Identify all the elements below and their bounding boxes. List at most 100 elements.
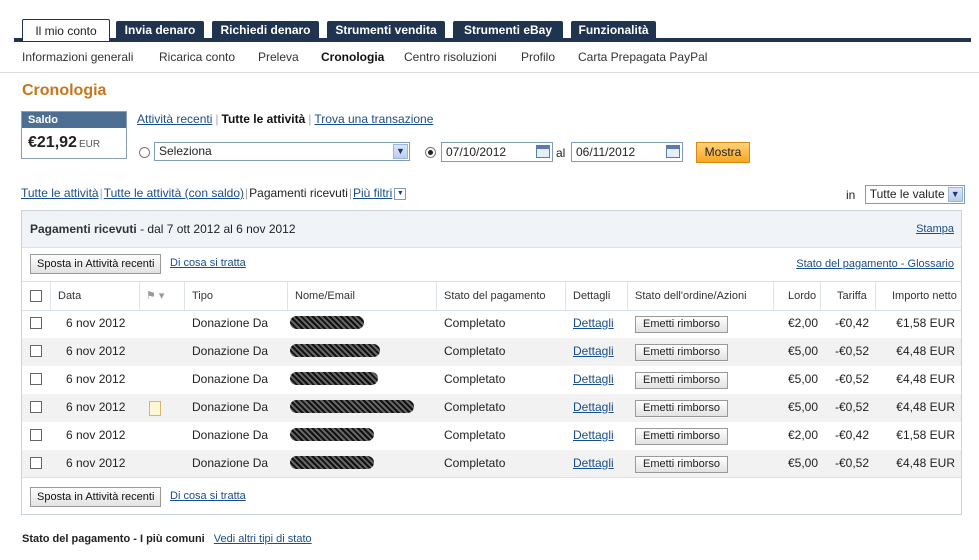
col-tipo[interactable]: Tipo	[192, 290, 213, 302]
row-status: Completato	[444, 456, 506, 470]
redacted-name	[290, 372, 378, 385]
refund-button[interactable]: Emetti rimborso	[635, 456, 729, 473]
row-details-link[interactable]: Dettagli	[573, 428, 614, 442]
date-to-label: al	[556, 146, 566, 160]
date-to-field[interactable]: 06/11/2012	[571, 142, 683, 162]
col-stato-pagamento[interactable]: Stato del pagamento	[444, 290, 546, 302]
row-details-link[interactable]: Dettagli	[573, 372, 614, 386]
row-gross: €2,00	[787, 428, 818, 442]
chevron-down-icon: ▼	[947, 187, 963, 202]
status-common-section: Stato del pagamento - I più comuni Vedi …	[22, 533, 312, 545]
radio-date-range[interactable]	[425, 147, 436, 158]
refund-button[interactable]: Emetti rimborso	[635, 428, 729, 445]
redacted-name	[290, 344, 380, 357]
row-date: 6 nov 2012	[66, 428, 126, 442]
tab-strumenti-ebay[interactable]: Strumenti eBay	[453, 21, 563, 39]
col-lordo[interactable]: Lordo	[788, 290, 816, 302]
tab-richiedi-denaro[interactable]: Richiedi denaro	[212, 21, 319, 39]
row-status: Completato	[444, 316, 506, 330]
print-link[interactable]: Stampa	[916, 223, 954, 235]
select-all-checkbox[interactable]	[30, 290, 42, 302]
col-importo-netto[interactable]: Importo netto	[892, 290, 957, 302]
currency-filter: in Tutte le valute ▼	[846, 185, 965, 205]
row-date: 6 nov 2012	[66, 372, 126, 386]
row-details-link[interactable]: Dettagli	[573, 344, 614, 358]
col-stato-ordine[interactable]: Stato dell'ordine/Azioni	[635, 290, 747, 302]
row-status: Completato	[444, 344, 506, 358]
redacted-name	[290, 316, 364, 329]
row-status: Completato	[444, 400, 506, 414]
redacted-name	[290, 456, 374, 469]
flag-icon[interactable]: ⚑ ▾	[146, 289, 164, 302]
subnav-ricarica-conto[interactable]: Ricarica conto	[159, 50, 235, 64]
note-icon[interactable]	[149, 401, 161, 416]
row-fee: -€0,52	[834, 456, 869, 470]
status-more-link[interactable]: Vedi altri tipi di stato	[214, 533, 312, 545]
tab-il-mio-conto[interactable]: Il mio conto	[22, 19, 110, 41]
tab-strumenti-vendita[interactable]: Strumenti vendita	[327, 21, 445, 39]
row-checkbox[interactable]	[30, 429, 42, 441]
panel-footer: Sposta in Attività recenti Di cosa si tr…	[22, 477, 961, 514]
subnav-centro-risoluzioni[interactable]: Centro risoluzioni	[404, 50, 497, 64]
row-type: Donazione Da	[192, 400, 269, 414]
tab-funzionalita[interactable]: Funzionalità	[571, 21, 656, 39]
subnav-profilo[interactable]: Profilo	[521, 50, 555, 64]
refund-button[interactable]: Emetti rimborso	[635, 400, 729, 417]
current-view-label: Tutte le attività	[221, 112, 306, 126]
row-checkbox[interactable]	[30, 457, 42, 469]
row-details-link[interactable]: Dettagli	[573, 456, 614, 470]
row-gross: €5,00	[787, 344, 818, 358]
link-attivita-recenti[interactable]: Attività recenti	[137, 112, 212, 126]
col-dettagli[interactable]: Dettagli	[573, 290, 610, 302]
col-data[interactable]: Data	[58, 290, 81, 302]
table-header: Data ⚑ ▾ Tipo Nome/Email Stato del pagam…	[22, 281, 961, 311]
balance-currency: EUR	[78, 139, 101, 150]
currency-select[interactable]: Tutte le valute ▼	[864, 185, 965, 204]
balance-label: Saldo	[22, 112, 126, 128]
table-row: 6 nov 2012 Donazione Da Completato Dettagli…	[22, 366, 961, 394]
refund-button[interactable]: Emetti rimborso	[635, 344, 729, 361]
row-type: Donazione Da	[192, 344, 269, 358]
balance-box: Saldo €21,92 EUR	[21, 111, 127, 159]
status-glossary-link[interactable]: Stato del pagamento - Glossario	[796, 258, 954, 270]
refund-button[interactable]: Emetti rimborso	[635, 316, 729, 333]
row-details-link[interactable]: Dettagli	[573, 316, 614, 330]
row-checkbox[interactable]	[30, 345, 42, 357]
row-net: €1,58 EUR	[896, 428, 955, 442]
period-select[interactable]: Seleziona ▼	[154, 142, 410, 161]
row-gross: €5,00	[787, 400, 818, 414]
row-type: Donazione Da	[192, 428, 269, 442]
move-to-recent-button-bottom[interactable]: Sposta in Attività recenti	[30, 487, 162, 507]
what-is-this-link-bottom[interactable]: Di cosa si tratta	[170, 490, 246, 502]
filter-all[interactable]: Tutte le attività	[21, 186, 99, 200]
link-trova-transazione[interactable]: Trova una transazione	[314, 112, 433, 126]
col-tariffa[interactable]: Tariffa	[837, 290, 867, 302]
calendar-icon[interactable]	[536, 145, 550, 158]
row-net: €4,48 EUR	[896, 400, 955, 414]
col-nome-email[interactable]: Nome/Email	[295, 290, 355, 302]
radio-period-select[interactable]	[139, 147, 150, 158]
payments-panel: Pagamenti ricevuti - dal 7 ott 2012 al 6…	[21, 210, 962, 515]
panel-header: Pagamenti ricevuti - dal 7 ott 2012 al 6…	[22, 211, 961, 248]
tab-invia-denaro[interactable]: Invia denaro	[116, 21, 204, 39]
subnav-carta-prepagata[interactable]: Carta Prepagata PayPal	[578, 50, 707, 64]
move-to-recent-button[interactable]: Sposta in Attività recenti	[30, 254, 162, 274]
row-checkbox[interactable]	[30, 401, 42, 413]
refund-button[interactable]: Emetti rimborso	[635, 372, 729, 389]
row-fee: -€0,42	[834, 316, 869, 330]
date-from-field[interactable]: 07/10/2012	[441, 142, 553, 162]
what-is-this-link[interactable]: Di cosa si tratta	[170, 257, 246, 269]
row-details-link[interactable]: Dettagli	[573, 400, 614, 414]
subnav-informazioni-generali[interactable]: Informazioni generali	[22, 50, 133, 64]
row-checkbox[interactable]	[30, 317, 42, 329]
calendar-icon[interactable]	[666, 145, 680, 158]
show-button[interactable]: Mostra	[696, 142, 750, 163]
subnav-cronologia[interactable]: Cronologia	[321, 50, 384, 64]
chevron-down-icon[interactable]: ▼	[394, 187, 407, 200]
redacted-name	[290, 400, 414, 413]
filter-more[interactable]: Più filtri	[353, 186, 392, 200]
filter-all-balance[interactable]: Tutte le attività (con saldo)	[104, 186, 244, 200]
table-row: 6 nov 2012 Donazione Da Completato Dettagli…	[22, 394, 961, 422]
subnav-preleva[interactable]: Preleva	[258, 50, 299, 64]
row-checkbox[interactable]	[30, 373, 42, 385]
